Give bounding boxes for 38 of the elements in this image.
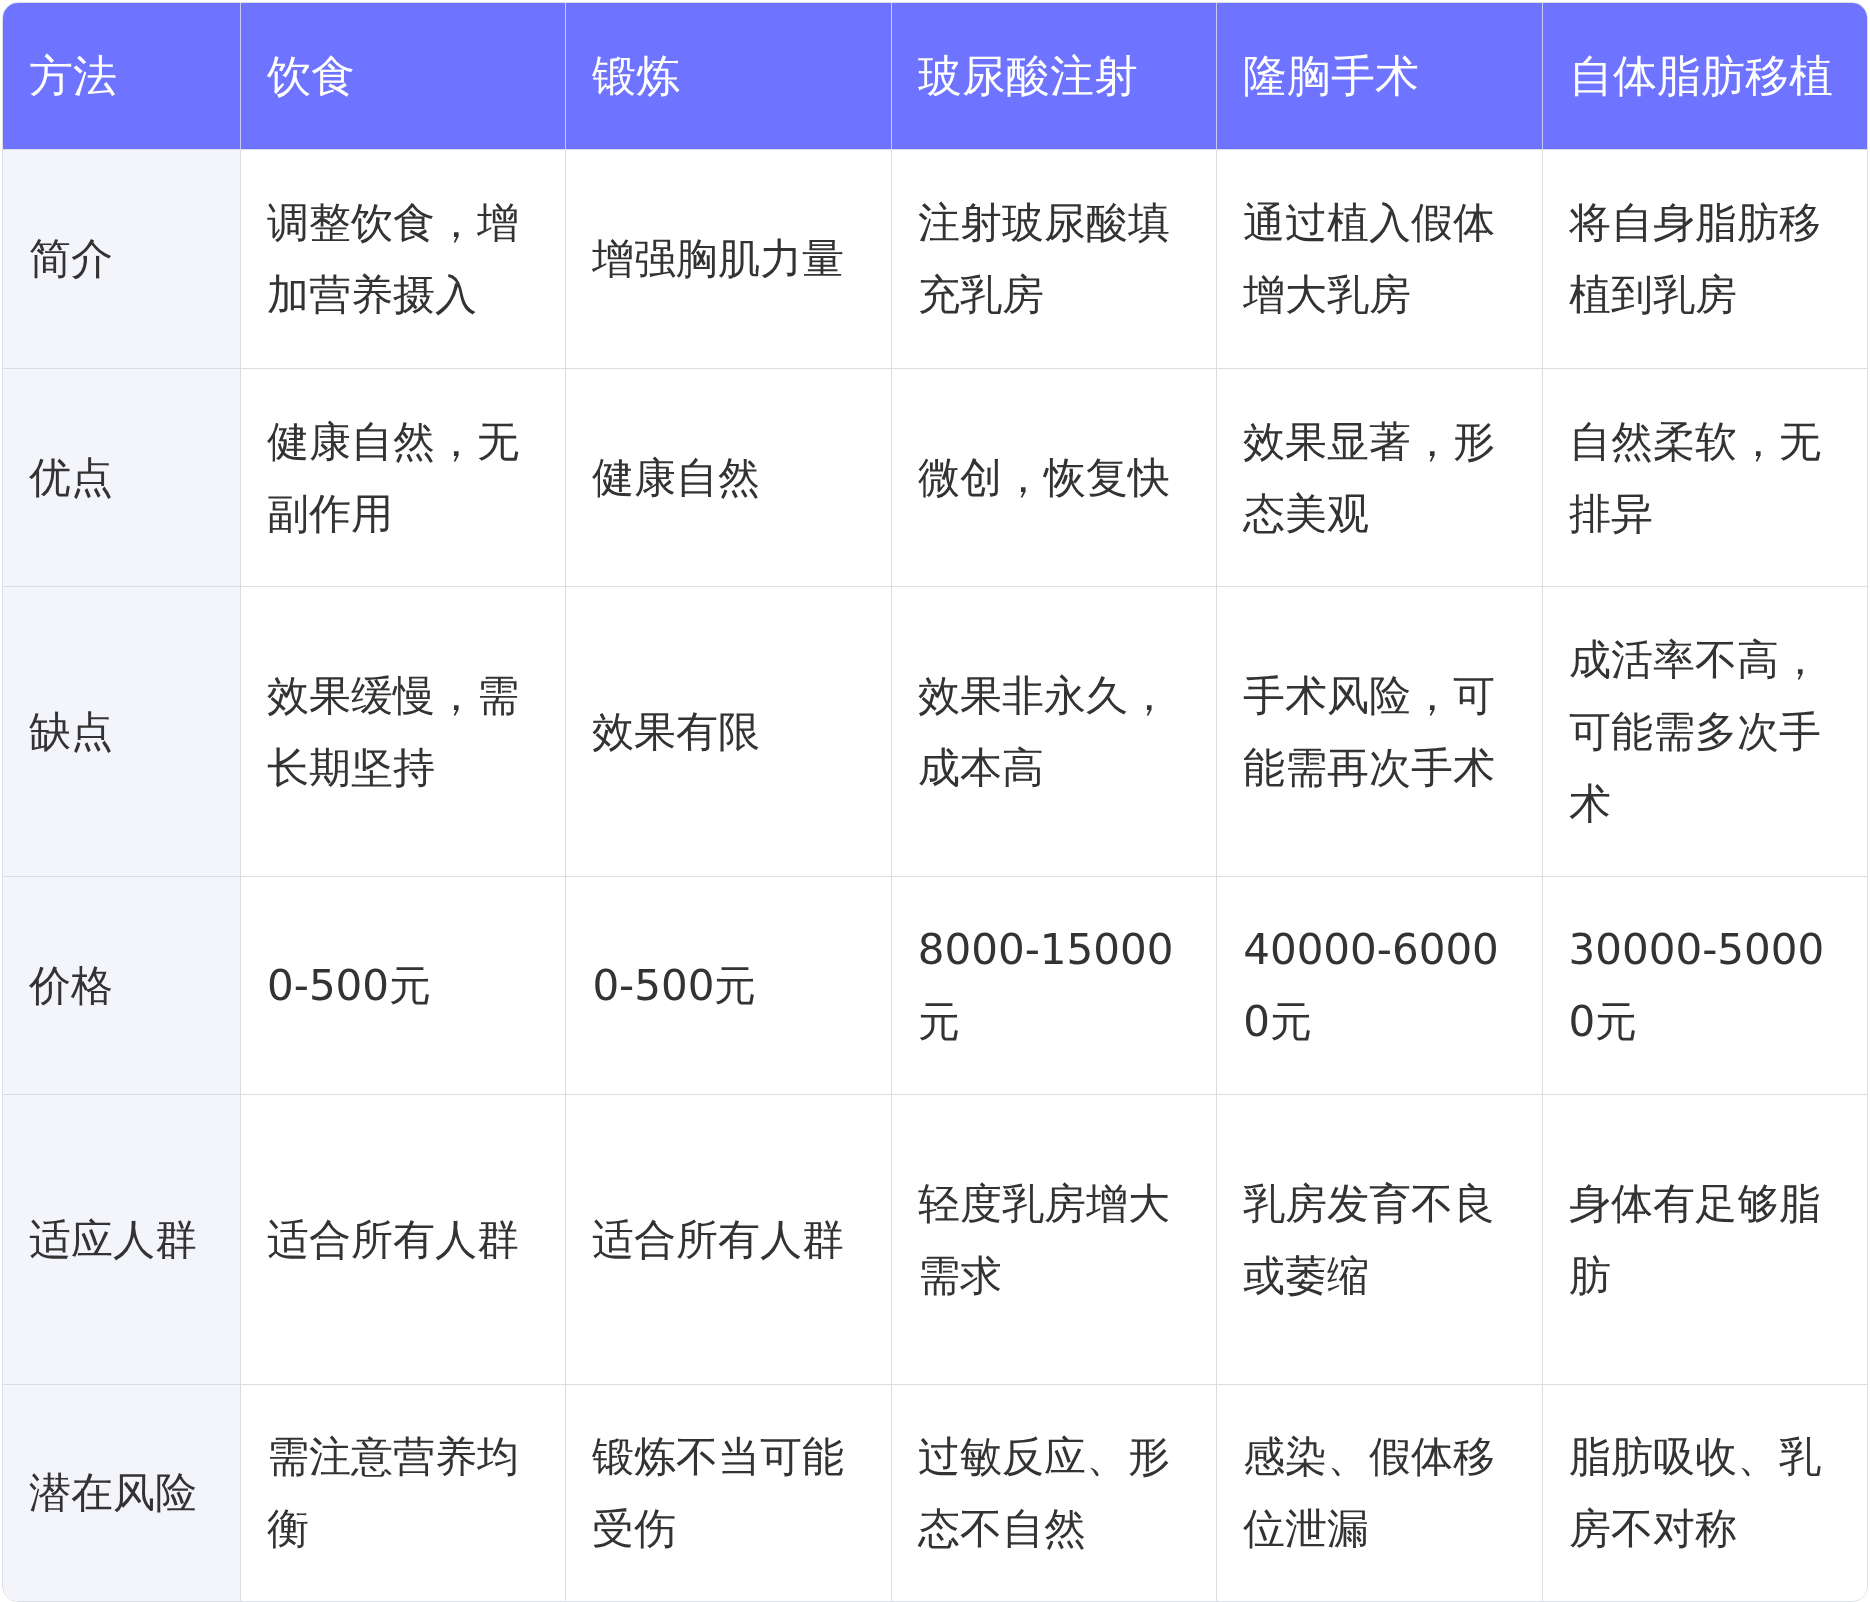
table-cell: 乳房发育不良或萎缩 — [1216, 1095, 1542, 1385]
table-cell: 自然柔软，无排异 — [1541, 369, 1867, 587]
column-header: 隆胸手术 — [1216, 3, 1542, 150]
row-header: 潜在风险 — [3, 1385, 240, 1601]
table-cell: 适合所有人群 — [240, 1095, 566, 1385]
table-cell: 健康自然，无副作用 — [240, 369, 566, 587]
table-cell: 手术风险，可能需再次手术 — [1216, 587, 1542, 877]
table-cell: 微创，恢复快 — [890, 369, 1217, 587]
table-cell: 健康自然 — [565, 369, 891, 587]
table-cell: 8000-15000元 — [890, 877, 1217, 1095]
table-cell: 脂肪吸收、乳房不对称 — [1541, 1385, 1867, 1601]
table-cell: 将自身脂肪移植到乳房 — [1541, 150, 1867, 369]
column-header: 方法 — [3, 3, 240, 150]
table-cell: 注射玻尿酸填充乳房 — [890, 150, 1217, 369]
row-header: 缺点 — [3, 587, 240, 877]
column-header: 自体脂肪移植 — [1541, 3, 1867, 150]
table-cell: 效果非永久，成本高 — [890, 587, 1217, 877]
table-cell: 30000-50000元 — [1541, 877, 1867, 1095]
table-cell: 效果显著，形态美观 — [1216, 369, 1542, 587]
table-cell: 通过植入假体增大乳房 — [1216, 150, 1542, 369]
table-cell: 身体有足够脂肪 — [1541, 1095, 1867, 1385]
row-header: 价格 — [3, 877, 240, 1095]
table-cell: 轻度乳房增大需求 — [890, 1095, 1217, 1385]
table-cell: 0-500元 — [240, 877, 566, 1095]
column-header: 饮食 — [240, 3, 566, 150]
row-header: 适应人群 — [3, 1095, 240, 1385]
column-header: 锻炼 — [565, 3, 891, 150]
row-header: 优点 — [3, 369, 240, 587]
column-header: 玻尿酸注射 — [890, 3, 1217, 150]
table-cell: 增强胸肌力量 — [565, 150, 891, 369]
table-cell: 效果有限 — [565, 587, 891, 877]
row-header: 简介 — [3, 150, 240, 369]
table-cell: 适合所有人群 — [565, 1095, 891, 1385]
table-cell: 效果缓慢，需长期坚持 — [240, 587, 566, 877]
table-cell: 0-500元 — [565, 877, 891, 1095]
table-cell: 40000-60000元 — [1216, 877, 1542, 1095]
table-cell: 调整饮食，增加营养摄入 — [240, 150, 566, 369]
table-cell: 成活率不高，可能需多次手术 — [1541, 587, 1867, 877]
